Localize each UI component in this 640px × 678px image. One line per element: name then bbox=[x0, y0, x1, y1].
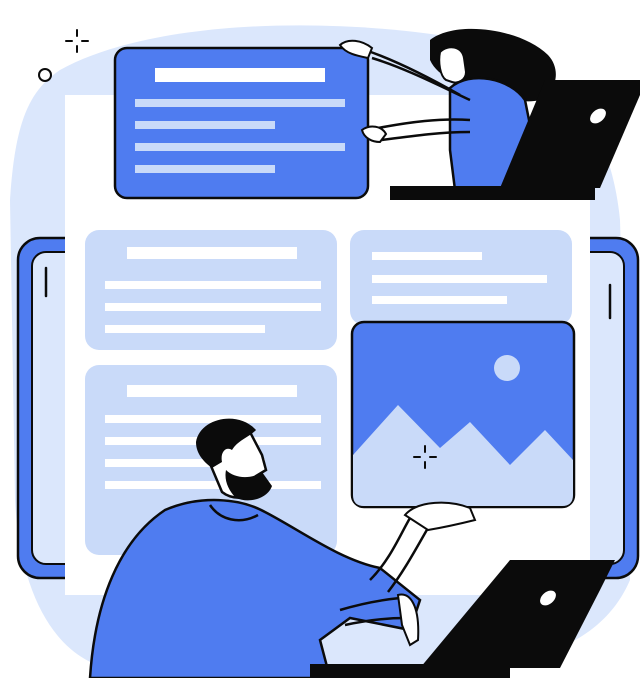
text-card bbox=[85, 230, 337, 350]
sparkle-icon bbox=[65, 29, 89, 53]
header-text-card bbox=[113, 46, 370, 200]
web-design-illustration bbox=[10, 25, 640, 678]
illustration-canvas bbox=[0, 0, 640, 678]
sun-icon bbox=[494, 355, 520, 381]
decor-circle bbox=[38, 68, 52, 82]
image-icon bbox=[350, 320, 576, 509]
text-card bbox=[350, 230, 572, 325]
